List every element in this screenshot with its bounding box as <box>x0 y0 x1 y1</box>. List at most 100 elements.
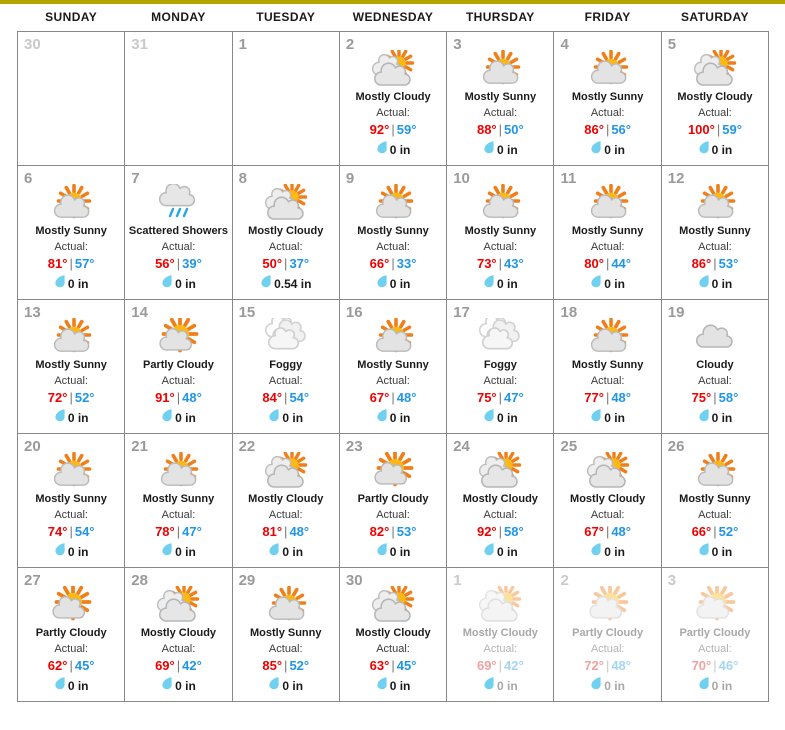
calendar-day-cell[interactable]: 11 Mostly Sunny Actual: 80° | 44° 0 in <box>553 165 662 300</box>
day-forecast: Mostly Sunny Actual: 74° | 54° 0 in <box>18 452 124 561</box>
day-forecast: Mostly Sunny Actual: 78° | 47° 0 in <box>125 452 231 561</box>
calendar-day-cell[interactable]: 25 Mostly Cloudy Actual: 67° | 48° 0 in <box>553 433 662 568</box>
day-number: 2 <box>560 572 569 589</box>
actual-label: Actual: <box>483 106 518 119</box>
condition-label: Foggy <box>269 359 303 371</box>
calendar-day-cell[interactable]: 31 <box>124 31 233 166</box>
day-number: 21 <box>131 438 148 455</box>
calendar-day-cell[interactable]: 18 Mostly Sunny Actual: 77° | 48° 0 in <box>553 299 662 434</box>
high-temperature: 67° <box>584 524 604 540</box>
calendar-header: SUNDAY MONDAY TUESDAY WEDNESDAY THURSDAY FRID… <box>18 10 769 32</box>
calendar-day-cell[interactable]: 1 <box>231 31 340 166</box>
weekday-header-thursday: THURSDAY <box>465 10 535 24</box>
precipitation-value: 0 in <box>497 276 518 291</box>
day-number: 22 <box>238 438 256 455</box>
water-drop-glyph <box>698 141 709 154</box>
condition-label: Partly Cloudy <box>572 627 644 639</box>
calendar-day-cell[interactable]: 21 Mostly Sunny Actual: 78° | 47° 0 in <box>124 433 233 568</box>
high-temperature: 70° <box>691 658 712 674</box>
day-number: 17 <box>453 304 470 321</box>
calendar-day-cell[interactable]: 1 Mostly Cloudy Actual: 69° | 42° 0 in <box>446 567 555 702</box>
calendar-day-cell[interactable]: 14 Partly Cloudy Actual: 91° | 48° 0 in <box>124 299 233 434</box>
temp-separator: | <box>391 390 395 406</box>
calendar-day-cell[interactable]: 3 Partly Cloudy Actual: 70° | 46° 0 in <box>660 567 770 702</box>
calendar-day-cell[interactable]: 4 Mostly Sunny Actual: 86° | 56° 0 in <box>553 31 662 166</box>
water-drop-icon <box>698 274 710 293</box>
condition-label: Mostly Sunny <box>464 225 537 237</box>
calendar-day-cell[interactable]: 30 Mostly Cloudy Actual: 63° | 45° 0 in <box>338 567 448 702</box>
calendar-day-cell[interactable]: 24 Mostly Cloudy Actual: 92° | 58° 0 in <box>446 433 555 568</box>
day-forecast: Mostly Cloudy Actual: 69° | 42° 0 in <box>447 586 553 695</box>
calendar-day-cell[interactable]: 2 Mostly Cloudy Actual: 92° | 59° 0 in <box>338 31 448 166</box>
calendar-day-cell[interactable]: 5 Mostly Cloudy Actual: 100° | 59° 0 in <box>660 31 770 166</box>
calendar-day-cell[interactable]: 3 Mostly Sunny Actual: 88° | 50° 0 in <box>446 31 555 166</box>
condition-label: Partly Cloudy <box>142 359 214 371</box>
calendar-day-cell[interactable]: 17 Foggy Actual: 75° | 47° 0 in <box>446 299 555 434</box>
day-forecast: Mostly Cloudy Actual: 69° | 42° 0 in <box>125 586 231 695</box>
calendar-container: SUNDAY MONDAY TUESDAY WEDNESDAY THURSDAY FRID… <box>16 10 770 702</box>
water-drop-icon <box>590 542 602 561</box>
precipitation: 0 in <box>554 140 660 159</box>
calendar-day-cell[interactable]: 20 Mostly Sunny Actual: 74° | 54° 0 in <box>16 433 126 568</box>
calendar-week-row: 6 Mostly Sunny Actual: 81° | 57° 0 in 7 Scattere… <box>16 165 770 300</box>
calendar-day-cell[interactable]: 15 Foggy Actual: 84° | 54° 0 in <box>231 299 340 434</box>
calendar-day-cell[interactable]: 13 Mostly Sunny Actual: 72° | 52° 0 in <box>16 299 126 434</box>
calendar-day-cell[interactable]: 2 Partly Cloudy Actual: 72° | 48° 0 in <box>553 567 662 702</box>
mostly-cloudy-icon <box>233 184 339 224</box>
condition-label: Mostly Sunny <box>357 359 429 371</box>
day-forecast: Mostly Sunny Actual: 88° | 50° 0 in <box>447 50 553 159</box>
day-forecast: Mostly Cloudy Actual: 100° | 59° 0 in <box>662 50 768 159</box>
calendar-day-cell[interactable]: 26 Mostly Sunny Actual: 66° | 52° 0 in <box>660 433 770 568</box>
calendar-day-cell[interactable]: 23 Partly Cloudy Actual: 82° | 53° 0 in <box>338 433 448 568</box>
water-drop-icon <box>260 274 272 293</box>
calendar-day-cell[interactable]: 8 Mostly Cloudy Actual: 50° | 37° 0.54 in <box>231 165 340 300</box>
partly-cloudy-icon <box>18 586 124 626</box>
water-drop-glyph <box>55 543 65 556</box>
calendar-day-cell[interactable]: 27 Partly Cloudy Actual: 62° | 45° 0 in <box>16 567 126 702</box>
high-temperature: 73° <box>476 256 497 272</box>
water-drop-glyph <box>698 409 709 422</box>
low-temperature: 58° <box>718 390 739 406</box>
day-number: 26 <box>667 438 685 455</box>
water-drop-glyph <box>377 677 387 690</box>
day-number: 3 <box>667 572 677 589</box>
calendar-day-cell[interactable]: 12 Mostly Sunny Actual: 86° | 53° 0 in <box>660 165 770 300</box>
water-drop-icon <box>161 542 173 561</box>
weekday-header-friday: FRIDAY <box>584 10 631 24</box>
temperature-range: 67° | 48° <box>554 523 660 542</box>
mostly-cloudy-icon <box>340 586 446 626</box>
temperature-range: 66° | 33° <box>340 255 446 274</box>
precipitation-value: 0 in <box>67 410 89 425</box>
precipitation: 0 in <box>554 408 660 427</box>
actual-label: Actual: <box>161 642 196 655</box>
precipitation: 0 in <box>447 140 553 159</box>
calendar-day-cell[interactable]: 10 Mostly Sunny Actual: 73° | 43° 0 in <box>446 165 555 300</box>
day-number: 2 <box>345 36 355 53</box>
temperature-range: 81° | 48° <box>233 523 339 542</box>
water-drop-glyph <box>377 275 387 288</box>
precipitation: 0 in <box>662 140 768 159</box>
water-drop-icon <box>54 542 66 561</box>
calendar-day-cell[interactable]: 28 Mostly Cloudy Actual: 69° | 42° 0 in <box>124 567 233 702</box>
actual-label: Actual: <box>483 508 518 521</box>
precipitation-value: 0 in <box>497 678 518 693</box>
top-accent-bar <box>0 0 785 4</box>
calendar-day-cell[interactable]: 6 Mostly Sunny Actual: 81° | 57° 0 in <box>16 165 126 300</box>
water-drop-glyph <box>698 543 709 556</box>
temp-separator: | <box>713 256 717 272</box>
calendar-day-cell[interactable]: 19 Cloudy Actual: 75° | 58° 0 in <box>660 299 770 434</box>
condition-label: Mostly Cloudy <box>355 91 431 103</box>
calendar-day-cell[interactable]: 16 Mostly Sunny Actual: 67° | 48° 0 in <box>338 299 448 434</box>
calendar-day-cell[interactable]: 30 <box>16 31 126 166</box>
low-temperature: 42° <box>504 658 524 674</box>
calendar-day-cell[interactable]: 7 Scattered Showers Actual: 56° | 39° 0 in <box>124 165 233 300</box>
calendar-day-cell[interactable]: 29 Mostly Sunny Actual: 85° | 52° 0 in <box>231 567 340 702</box>
calendar-day-cell[interactable]: 22 Mostly Cloudy Actual: 81° | 48° 0 in <box>231 433 340 568</box>
calendar-day-cell[interactable]: 9 Mostly Sunny Actual: 66° | 33° 0 in <box>338 165 448 300</box>
temperature-range: 92° | 59° <box>340 121 446 140</box>
mostly-cloudy-icon <box>447 452 553 492</box>
precipitation: 0 in <box>18 408 124 427</box>
day-forecast: Mostly Cloudy Actual: 63° | 45° 0 in <box>340 586 446 695</box>
actual-label: Actual: <box>268 374 303 387</box>
precipitation-value: 0 in <box>175 410 196 425</box>
